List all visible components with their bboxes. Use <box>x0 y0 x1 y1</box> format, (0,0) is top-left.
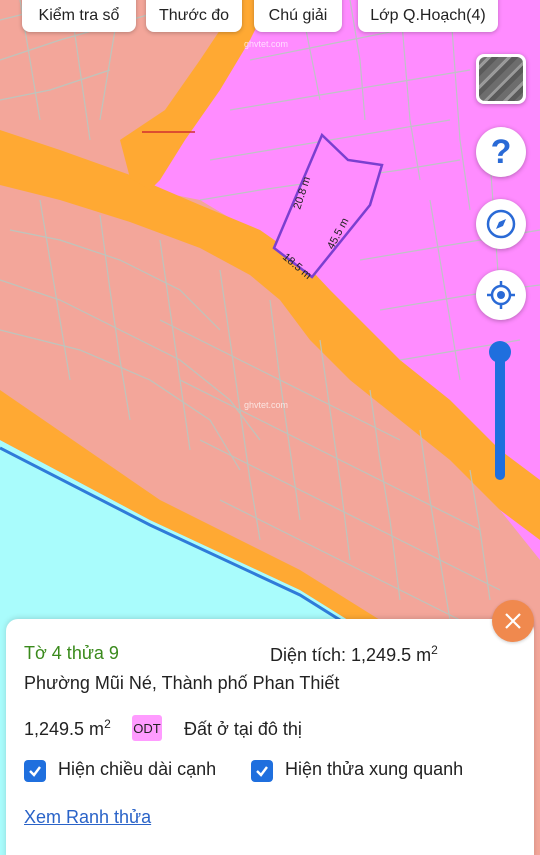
show-edge-length-checkbox[interactable] <box>24 760 46 782</box>
parcel-address: Phường Mũi Né, Thành phố Phan Thiết <box>24 673 340 693</box>
parcel-info-panel: Tờ 4 thửa 9 Diện tích: 1,249.5 m2 Phường… <box>6 619 534 855</box>
close-panel-button[interactable] <box>492 600 534 642</box>
close-icon <box>505 613 521 629</box>
land-code-badge: ODT <box>132 715 162 741</box>
opacity-slider-track[interactable] <box>495 352 505 480</box>
top-toolbar: Kiểm tra sổ Thước đo Chú giải Lớp Q.Hoạc… <box>0 0 540 34</box>
watermark-top: ghvtet.com <box>244 39 288 49</box>
crosshair-icon <box>487 281 515 309</box>
show-neighbors-label[interactable]: Hiện thửa xung quanh <box>285 759 463 780</box>
my-location-button[interactable] <box>476 270 526 320</box>
compass-button[interactable] <box>476 199 526 249</box>
compass-icon <box>486 209 516 239</box>
area-unit-sup: 2 <box>431 643 438 657</box>
opacity-slider-handle[interactable] <box>489 341 511 363</box>
parcel-title: Tờ 4 thửa 9 <box>24 643 119 663</box>
area-value: 1,249.5 m2 <box>24 717 111 740</box>
satellite-thumbnail <box>479 57 523 101</box>
watermark-middle: ghvtet.com <box>244 400 288 410</box>
check-book-button[interactable]: Kiểm tra sổ <box>22 0 136 32</box>
basemap-switch-button[interactable] <box>476 54 526 104</box>
area-value-sup: 2 <box>104 717 111 731</box>
show-neighbors-checkbox[interactable] <box>251 760 273 782</box>
area-label: Diện tích: 1,249.5 m2 <box>270 643 438 666</box>
ruler-button[interactable]: Thước đo <box>146 0 242 32</box>
legend-button[interactable]: Chú giải <box>254 0 342 32</box>
check-icon <box>29 766 41 777</box>
land-type-label: Đất ở tại đô thị <box>184 719 302 739</box>
help-button[interactable]: ? <box>476 127 526 177</box>
area-value-text: 1,249.5 m <box>24 719 105 739</box>
check-icon <box>256 766 268 777</box>
planning-layer-button[interactable]: Lớp Q.Hoạch(4) <box>358 0 498 32</box>
help-icon: ? <box>490 132 512 171</box>
show-edge-length-label[interactable]: Hiện chiều dài cạnh <box>58 759 216 780</box>
area-label-text: Diện tích: 1,249.5 m <box>270 645 432 665</box>
view-boundary-link[interactable]: Xem Ranh thửa <box>24 807 151 828</box>
